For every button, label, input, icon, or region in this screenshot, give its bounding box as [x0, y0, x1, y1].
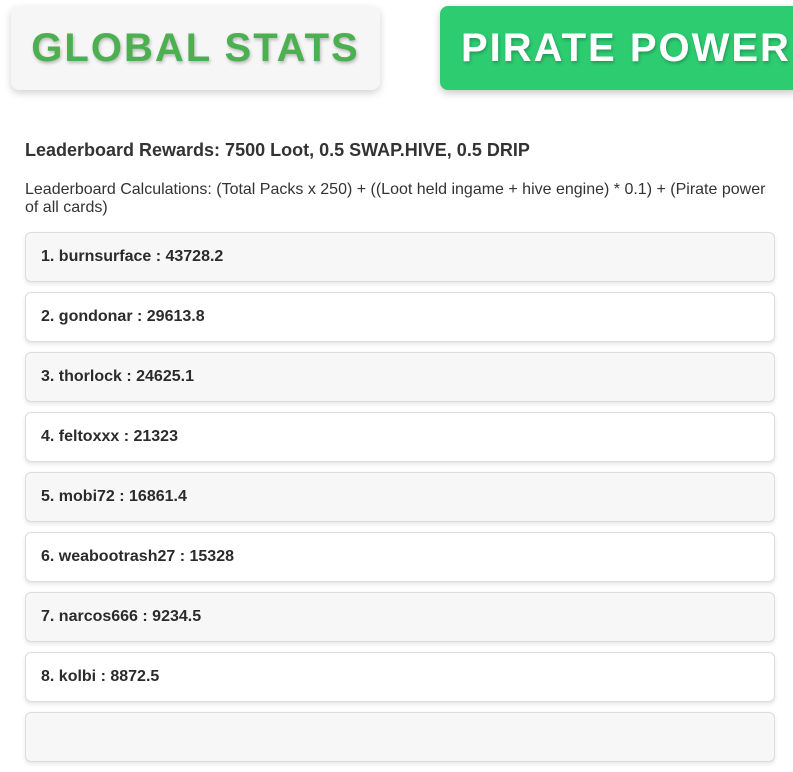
- leaderboard-list: 1. burnsurface : 43728.2 2. gondonar : 2…: [25, 232, 775, 772]
- leaderboard-row: 5. mobi72 : 16861.4: [25, 472, 775, 522]
- leaderboard-entry: 6. weabootrash27 : 15328: [41, 548, 234, 565]
- leaderboard-row: 1. burnsurface : 43728.2: [25, 232, 775, 282]
- leaderboard-row: 6. weabootrash27 : 15328: [25, 532, 775, 582]
- leaderboard-rewards-heading: Leaderboard Rewards: 7500 Loot, 0.5 SWAP…: [25, 140, 530, 160]
- pirate-power-tab[interactable]: PIRATE POWER: [440, 6, 793, 90]
- leaderboard-row: 4. feltoxxx : 21323: [25, 412, 775, 462]
- leaderboard-entry: 7. narcos666 : 9234.5: [41, 608, 202, 625]
- leaderboard-row: [25, 712, 775, 762]
- leaderboard-entry: 1. burnsurface : 43728.2: [41, 248, 224, 265]
- leaderboard-entry: 5. mobi72 : 16861.4: [41, 488, 187, 505]
- global-stats-tab-label: GLOBAL STATS: [31, 25, 360, 70]
- pirate-power-tab-label: PIRATE POWER: [461, 25, 791, 70]
- global-stats-tab[interactable]: GLOBAL STATS: [11, 6, 380, 90]
- leaderboard-entry: 8. kolbi : 8872.5: [41, 668, 160, 685]
- leaderboard-calculations-text: Leaderboard Calculations: (Total Packs x…: [25, 181, 766, 216]
- leaderboard-row: 2. gondonar : 29613.8: [25, 292, 775, 342]
- leaderboard-row: 7. narcos666 : 9234.5: [25, 592, 775, 642]
- leaderboard-entry: 4. feltoxxx : 21323: [41, 428, 178, 445]
- leaderboard-entry: 3. thorlock : 24625.1: [41, 368, 194, 385]
- stats-tabs: GLOBAL STATS PIRATE POWER: [0, 0, 793, 100]
- leaderboard-row: 3. thorlock : 24625.1: [25, 352, 775, 402]
- leaderboard-entry: 2. gondonar : 29613.8: [41, 308, 205, 325]
- leaderboard-row: 8. kolbi : 8872.5: [25, 652, 775, 702]
